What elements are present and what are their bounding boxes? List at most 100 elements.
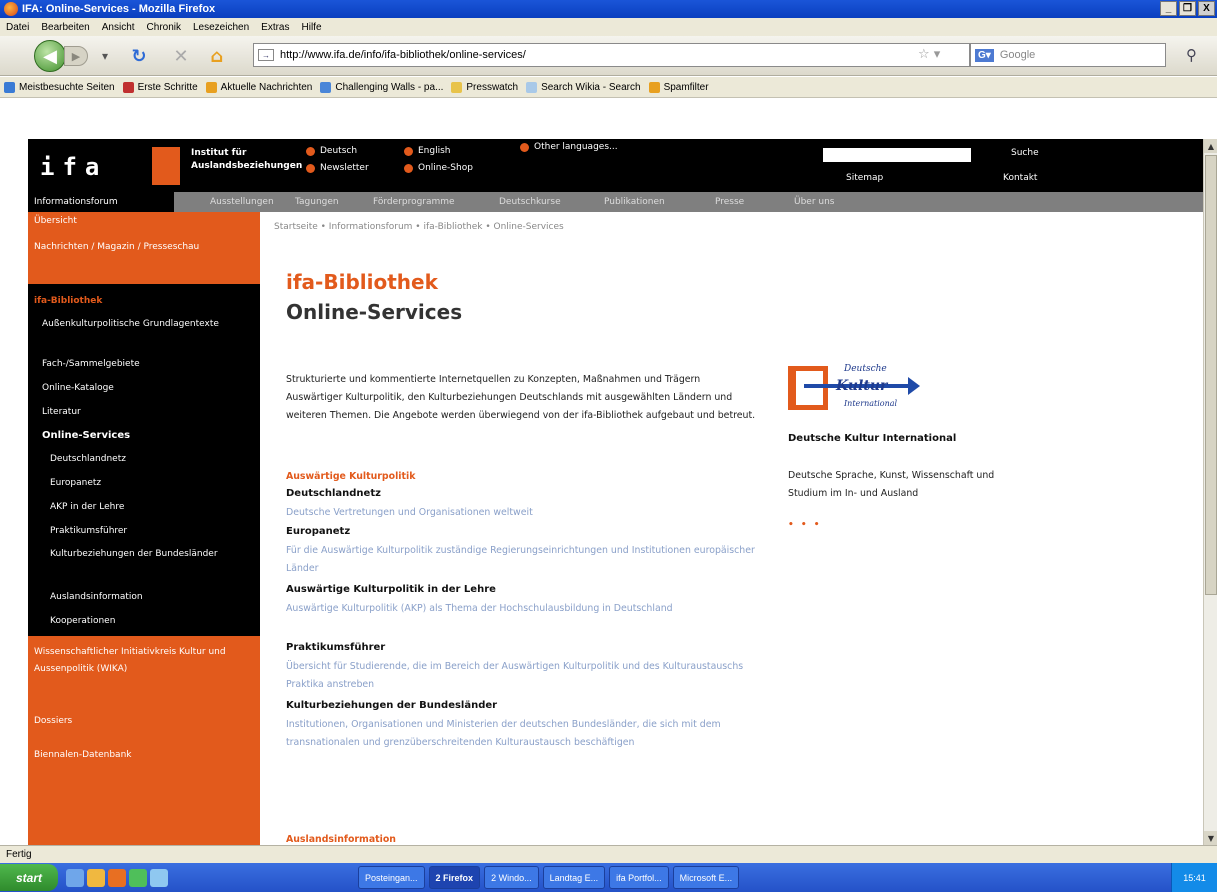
google-icon[interactable]: G▾ <box>975 48 994 62</box>
stop-icon[interactable]: ✕ <box>170 45 192 67</box>
scroll-up-icon[interactable]: ▲ <box>1204 139 1217 153</box>
status-text: Fertig <box>6 849 32 860</box>
online-shop-link[interactable]: Online-Shop <box>404 163 473 173</box>
minimize-button[interactable]: _ <box>1160 1 1177 16</box>
task-posteingang[interactable]: Posteingan... <box>358 866 425 889</box>
history-dropdown-icon[interactable]: ▾ <box>94 45 116 67</box>
sidebar-item-akp-lehre[interactable]: AKP in der Lehre <box>28 502 260 512</box>
entry-title-deutschlandnetz[interactable]: Deutschlandnetz <box>286 488 381 499</box>
sidebar-item-kulturbeziehungen[interactable]: Kulturbeziehungen der Bundesländer <box>28 546 218 563</box>
task-firefox[interactable]: 2 Firefox <box>428 866 481 889</box>
sidebar-item-dossiers[interactable]: Dossiers <box>28 700 260 740</box>
sidebar-item-uebersicht[interactable]: Übersicht <box>28 212 260 230</box>
sidebar-item-literatur[interactable]: Literatur <box>28 407 260 417</box>
firefox-launch-icon[interactable] <box>108 868 126 887</box>
nav-informationsforum[interactable]: Informationsforum <box>28 192 174 212</box>
entry-desc-kulturbeziehungen[interactable]: Institutionen, Organisationen und Minist… <box>286 716 756 752</box>
bookmark-item[interactable]: Search Wikia - Search <box>526 81 641 93</box>
search-go-icon[interactable]: ⚲ <box>1186 46 1197 64</box>
bookmark-star-icon[interactable]: ☆ ▾ <box>918 47 940 62</box>
task-landtag[interactable]: Landtag E... <box>542 866 606 889</box>
sidebar-item-fachgebiete[interactable]: Fach-/Sammelgebiete <box>28 359 260 369</box>
menu-lesezeichen[interactable]: Lesezeichen <box>193 22 249 33</box>
task-microsoft[interactable]: Microsoft E... <box>672 866 740 889</box>
menu-hilfe[interactable]: Hilfe <box>302 22 322 33</box>
bookmark-icon <box>122 81 134 93</box>
menu-bearbeiten[interactable]: Bearbeiten <box>41 22 89 33</box>
sidebar-item-auslandsinformation[interactable]: Auslandsinformation <box>28 592 260 602</box>
nav-presse[interactable]: Presse <box>715 197 744 207</box>
entry-title-kulturbeziehungen[interactable]: Kulturbeziehungen der Bundesländer <box>286 700 497 711</box>
scroll-thumb[interactable] <box>1205 155 1217 595</box>
app-launch-icon[interactable] <box>129 868 147 887</box>
start-button[interactable]: start <box>0 864 58 891</box>
task-ifa-portfolio[interactable]: ifa Portfol... <box>609 866 669 889</box>
menu-ansicht[interactable]: Ansicht <box>102 22 135 33</box>
newsletter-link[interactable]: Newsletter <box>306 163 369 173</box>
sidebar-item-biennalen[interactable]: Biennalen-Datenbank <box>28 740 260 845</box>
entry-title-praktikumsfuehrer[interactable]: Praktikumsführer <box>286 642 385 653</box>
media-icon[interactable] <box>150 868 168 887</box>
sidebar-item-ifa-bibliothek[interactable]: ifa-Bibliothek <box>28 296 260 306</box>
bookmark-label: Aktuelle Nachrichten <box>220 81 313 93</box>
search-link[interactable]: Suche <box>1011 148 1039 158</box>
entry-title-europanetz[interactable]: Europanetz <box>286 526 350 537</box>
sidebar-item-deutschlandnetz[interactable]: Deutschlandnetz <box>28 454 260 464</box>
entry-title-akp-lehre[interactable]: Auswärtige Kulturpolitik in der Lehre <box>286 584 496 595</box>
show-desktop-icon[interactable] <box>66 868 84 887</box>
contact-link[interactable]: Kontakt <box>1003 173 1037 183</box>
maximize-button[interactable]: ❐ <box>1179 1 1196 16</box>
nav-ausstellungen[interactable]: Ausstellungen <box>210 197 274 207</box>
bookmark-item[interactable]: Presswatch <box>451 81 518 93</box>
vertical-scrollbar[interactable]: ▲ ▼ <box>1203 139 1217 845</box>
lang-english-link[interactable]: English <box>404 146 451 156</box>
bookmark-item[interactable]: Challenging Walls - pa... <box>320 81 443 93</box>
system-tray-clock[interactable]: 15:41 <box>1171 863 1217 892</box>
menu-chronik[interactable]: Chronik <box>147 22 181 33</box>
scroll-down-icon[interactable]: ▼ <box>1204 831 1217 845</box>
bookmark-item[interactable]: Meistbesuchte Seiten <box>4 81 115 93</box>
menu-extras[interactable]: Extras <box>261 22 289 33</box>
bookmark-item[interactable]: Spamfilter <box>648 81 709 93</box>
explorer-icon[interactable] <box>87 868 105 887</box>
entry-desc-akp-lehre[interactable]: Auswärtige Kulturpolitik (AKP) als Thema… <box>286 600 756 618</box>
ifa-logo[interactable]: ifa <box>40 153 107 181</box>
nav-publikationen[interactable]: Publikationen <box>604 197 665 207</box>
bookmark-item[interactable]: Aktuelle Nachrichten <box>205 81 313 93</box>
site-search-input[interactable] <box>823 148 971 162</box>
sidebar-item-nachrichten[interactable]: Nachrichten / Magazin / Presseschau <box>28 230 260 284</box>
other-languages-link[interactable]: Other languages... <box>520 142 618 152</box>
nav-foerderprogramme[interactable]: Förderprogramme <box>373 197 455 207</box>
search-input[interactable]: G▾ Google <box>970 43 1166 67</box>
page-title: ifa-Bibliothek <box>286 270 438 294</box>
bookmark-item[interactable]: Erste Schritte <box>122 81 198 93</box>
lang-deutsch-link[interactable]: Deutsch <box>306 146 357 156</box>
dki-logo[interactable]: Deutsche Kultur International <box>788 364 920 414</box>
close-button[interactable]: X <box>1198 1 1215 16</box>
url-bar[interactable]: → http://www.ifa.de/info/ifa-bibliothek/… <box>253 43 970 67</box>
reload-icon[interactable]: ↻ <box>128 45 150 67</box>
sidebar-item-online-kataloge[interactable]: Online-Kataloge <box>28 383 260 393</box>
nav-ueber-uns[interactable]: Über uns <box>794 197 835 207</box>
nav-deutschkurse[interactable]: Deutschkurse <box>499 197 561 207</box>
sitemap-link[interactable]: Sitemap <box>846 173 883 183</box>
entry-desc-deutschlandnetz[interactable]: Deutsche Vertretungen und Organisationen… <box>286 504 756 522</box>
entry-desc-europanetz[interactable]: Für die Auswärtige Kulturpolitik zuständ… <box>286 542 756 578</box>
sidebar-item-wika[interactable]: Wissenschaftlicher Initiativkreis Kultur… <box>28 636 260 700</box>
menu-datei[interactable]: Datei <box>6 22 29 33</box>
sidebar-item-grundlagentexte[interactable]: Außenkulturpolitische Grundlagentexte <box>28 316 228 332</box>
dki-title[interactable]: Deutsche Kultur International <box>788 430 988 448</box>
task-windows[interactable]: 2 Windo... <box>484 866 539 889</box>
sidebar-item-kooperationen[interactable]: Kooperationen <box>28 616 260 626</box>
sidebar-item-praktikumsfuehrer[interactable]: Praktikumsführer <box>28 526 260 536</box>
back-button[interactable]: ◀ <box>34 40 66 72</box>
sidebar-item-online-services[interactable]: Online-Services <box>28 430 260 441</box>
sidebar-item-europanetz[interactable]: Europanetz <box>28 478 260 488</box>
home-icon[interactable]: ⌂ <box>206 45 228 67</box>
breadcrumb[interactable]: Startseite • Informationsforum • ifa-Bib… <box>274 222 564 232</box>
sidebar-item-label: Kulturbeziehungen der Bundesländer <box>50 549 218 559</box>
nav-tagungen[interactable]: Tagungen <box>295 197 339 207</box>
forward-button[interactable]: ▶ <box>64 46 88 66</box>
dki-more-link[interactable]: • • • <box>788 520 822 530</box>
entry-desc-praktikumsfuehrer[interactable]: Übersicht für Studierende, die im Bereic… <box>286 658 756 694</box>
